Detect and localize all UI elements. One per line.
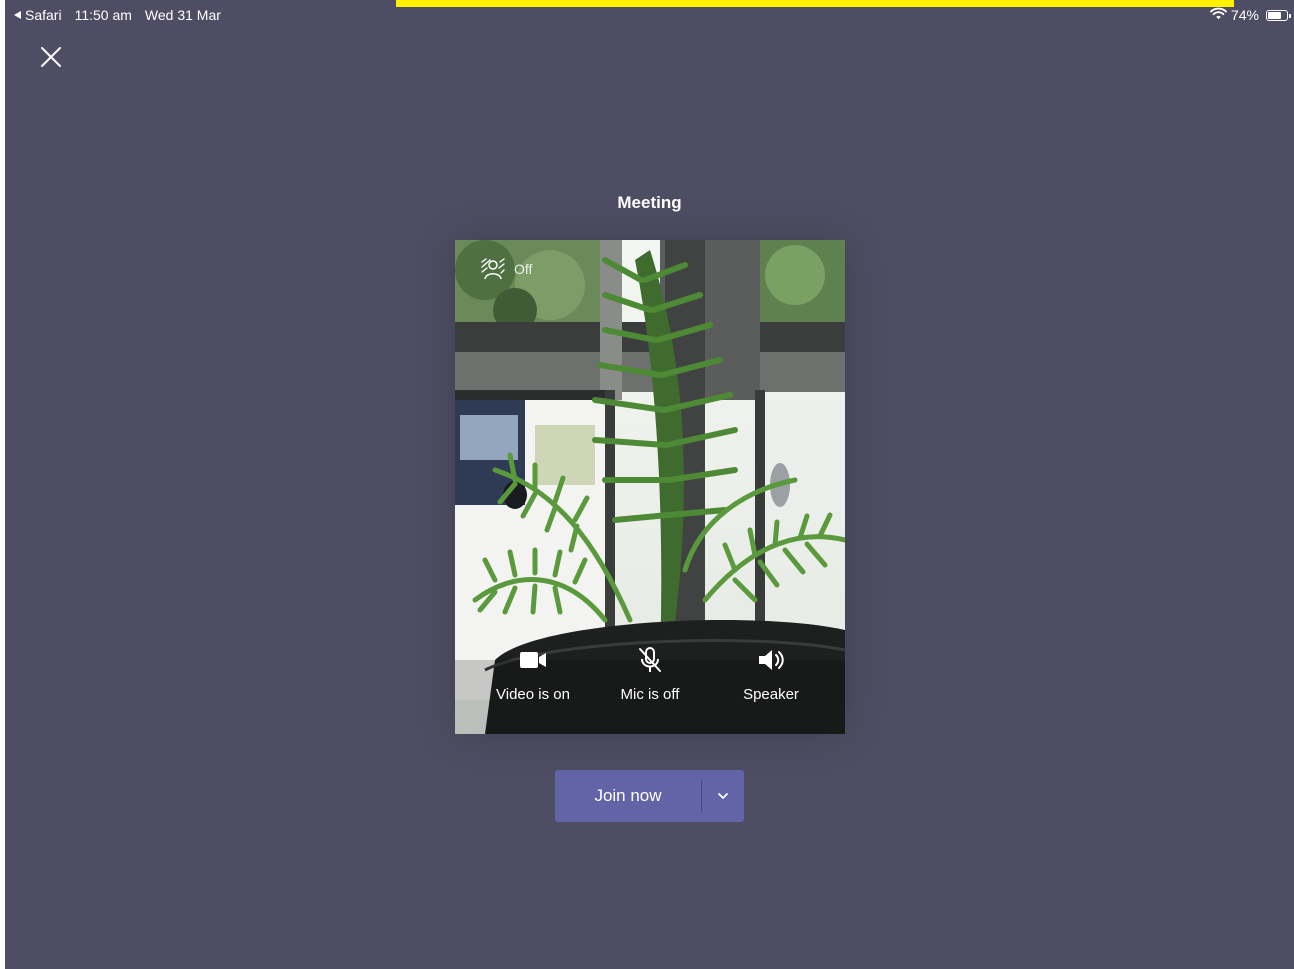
battery-icon (1266, 9, 1291, 21)
mic-toggle-button[interactable]: Mic is off (590, 642, 710, 703)
video-toggle-label: Video is on (496, 686, 570, 703)
battery-percentage: 74% (1230, 7, 1259, 23)
close-icon (41, 47, 61, 67)
teams-prejoin-screen: Safari 11:50 am Wed 31 Mar 74% Meeting O… (5, 0, 1294, 969)
speaker-toggle-label: Speaker (743, 686, 799, 703)
chevron-down-icon (718, 793, 728, 799)
speaker-icon (711, 642, 831, 678)
mic-off-icon (590, 642, 710, 678)
video-preview: Off Video is on Mic is off Speaker (455, 240, 845, 734)
join-button-group: Join now (555, 770, 744, 822)
highlight-bar (396, 0, 1234, 7)
background-blur-icon (481, 258, 505, 280)
status-date: Wed 31 Mar (144, 7, 221, 23)
back-arrow-icon[interactable] (14, 11, 21, 19)
status-bar-left: Safari 11:50 am Wed 31 Mar (14, 5, 221, 25)
video-camera-icon (473, 642, 593, 678)
meeting-title: Meeting (617, 193, 682, 212)
join-options-dropdown[interactable] (702, 770, 744, 822)
back-to-app-label[interactable]: Safari (25, 7, 62, 23)
close-button[interactable] (39, 45, 63, 69)
join-now-button[interactable]: Join now (555, 770, 701, 822)
background-effects-toggle[interactable]: Off (480, 258, 532, 280)
speaker-toggle-button[interactable]: Speaker (711, 642, 831, 703)
mic-toggle-label: Mic is off (620, 686, 680, 703)
device-controls: Video is on Mic is off Speaker (455, 642, 845, 712)
wifi-icon (1210, 7, 1227, 23)
video-toggle-button[interactable]: Video is on (473, 642, 593, 703)
status-bar-right: 74% (1210, 5, 1291, 25)
status-time: 11:50 am (74, 7, 132, 23)
background-effects-label: Off (514, 261, 533, 277)
